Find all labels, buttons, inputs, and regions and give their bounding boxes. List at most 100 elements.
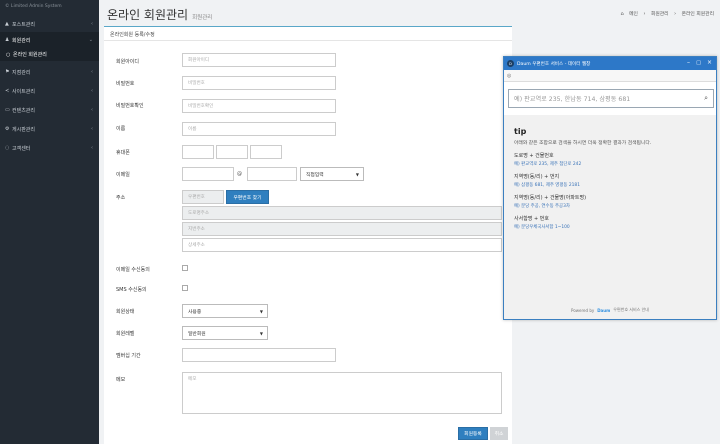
caret-down-icon: ▼ <box>355 171 359 177</box>
address-search-input[interactable]: 예) 판교역로 235, 한남동 714, 삼평동 681 ⌕ <box>508 89 714 108</box>
status-value: 사용중 <box>188 309 202 315</box>
phone-input-1[interactable] <box>182 145 214 159</box>
sidebar-item-posts[interactable]: ▲ 포스트관리 ‹ <box>0 16 99 32</box>
circle-icon: ○ <box>6 51 11 58</box>
caret-down-icon: ▼ <box>259 330 263 336</box>
zipcode-input[interactable]: 우편번호 <box>182 190 224 204</box>
level-label: 회원레벨 <box>116 331 135 337</box>
sidebar-item-label: 게시판관리 <box>12 126 36 133</box>
sidebar-item-support[interactable]: ◌ 고객센터 ‹ <box>0 140 99 156</box>
password-label: 비밀번호 <box>116 81 135 87</box>
search-tip-panel: tip 아래와 같은 조합으로 검색을 하시면 더욱 정확한 결과가 검색됩니다… <box>504 115 716 301</box>
sidebar-item-members[interactable]: ♟ 회원관리 ⌄ <box>0 32 99 48</box>
id-input[interactable]: 회원아이디 <box>182 53 336 67</box>
membership-period-input[interactable] <box>182 348 336 362</box>
user-icon: ♟ <box>5 37 10 43</box>
service-guide-link[interactable]: 우편번호 서비스 안내 <box>613 307 649 313</box>
tip-example: 예) 판교역로 235, 제주 첨단로 242 <box>514 162 582 167</box>
submit-button[interactable]: 회원등록 <box>458 427 488 440</box>
site-info-icon[interactable]: ◎ <box>507 73 511 79</box>
password-input[interactable]: 비밀번호 <box>182 76 336 90</box>
breadcrumb-item-main[interactable]: 메인 <box>629 12 638 17</box>
email-agree-checkbox[interactable] <box>182 265 188 271</box>
detail-address-input[interactable]: 상세주소 <box>182 238 502 252</box>
memo-textarea[interactable]: 메모 <box>182 372 502 414</box>
level-select[interactable]: 일반회원 ▼ <box>182 326 268 340</box>
member-form-card: 온라인회원 등록/수정 회원아이디 회원아이디 비밀번호 비밀번호 비밀번호확인… <box>104 26 512 444</box>
flag-icon: ⚑ <box>5 69 10 75</box>
level-value: 일반회원 <box>188 331 206 337</box>
maximize-icon[interactable]: □ <box>696 60 701 66</box>
breadcrumb: ⌂ 메인 › 회원관리 › 온라인 회원관리 <box>617 10 714 17</box>
page-title: 온라인 회원관리 회원관리 <box>107 6 212 23</box>
cancel-button[interactable]: 취소 <box>490 427 508 440</box>
sidebar-item-boards[interactable]: ⚙ 게시판관리 ‹ <box>0 121 99 137</box>
gear-icon: ⚙ <box>5 126 10 132</box>
tip-example: 예) 분당우체국사서함 1~100 <box>514 225 570 230</box>
email-domain-value: 직접입력 <box>306 172 324 178</box>
daum-brand-logo: Daum <box>597 307 611 313</box>
tip-title: 지역명(동/리) + 번지 <box>514 174 560 180</box>
share-icon: ≺ <box>5 88 10 94</box>
memo-label: 메모 <box>116 377 126 383</box>
sidebar-item-label: 사이트관리 <box>12 88 36 95</box>
sidebar-brand: © Limited Admin System <box>5 4 62 9</box>
email-at-sign: @ <box>237 171 242 177</box>
sidebar-item-branches[interactable]: ⚑ 지점관리 ‹ <box>0 64 99 80</box>
sidebar-item-contents[interactable]: ▭ 컨텐츠관리 ‹ <box>0 102 99 118</box>
chevron-left-icon: ‹ <box>91 21 93 27</box>
breadcrumb-item-members[interactable]: 회원관리 <box>651 12 669 17</box>
phone-input-2[interactable] <box>216 145 248 159</box>
sidebar-item-label: 지점관리 <box>12 69 31 76</box>
sidebar-subitem-label: 온라인 회원관리 <box>13 52 47 58</box>
chevron-left-icon: ‹ <box>91 88 93 94</box>
name-label: 이름 <box>116 126 126 132</box>
email-local-input[interactable] <box>182 167 234 181</box>
search-icon[interactable]: ⌕ <box>704 94 708 103</box>
chevron-down-icon: ⌄ <box>88 37 93 43</box>
tip-example: 예) 삼평동 681, 제주 영평동 2181 <box>514 183 580 188</box>
password-confirm-input[interactable]: 비밀번호확인 <box>182 99 336 113</box>
page-title-text: 온라인 회원관리 <box>107 8 189 22</box>
email-label: 이메일 <box>116 172 130 178</box>
popup-footer: Powered by Daum 우편번호 서비스 안내 <box>504 301 716 319</box>
popup-titlebar[interactable]: D Daum 우편번호 서비스 - 데이터 웹창 – □ × <box>504 57 716 70</box>
close-icon[interactable]: × <box>707 59 712 66</box>
form-heading: 온라인회원 등록/수정 <box>104 27 512 41</box>
chevron-left-icon: ‹ <box>91 69 93 75</box>
name-input[interactable]: 이름 <box>182 122 336 136</box>
jibun-address-input[interactable]: 지번주소 <box>182 222 502 236</box>
breadcrumb-item-current: 온라인 회원관리 <box>681 12 714 17</box>
email-agree-label: 이메일 수신동의 <box>116 267 150 273</box>
chat-icon: ◌ <box>5 145 10 151</box>
status-select[interactable]: 사용중 ▼ <box>182 304 268 318</box>
address-label: 주소 <box>116 195 126 201</box>
daum-logo-icon: D <box>507 60 514 67</box>
phone-input-3[interactable] <box>250 145 282 159</box>
sms-agree-checkbox[interactable] <box>182 285 188 291</box>
popup-title: Daum 우편번호 서비스 - 데이터 웹창 <box>517 61 591 67</box>
address-search-placeholder: 예) 판교역로 235, 한남동 714, 삼평동 681 <box>514 96 631 103</box>
sidebar-item-label: 회원관리 <box>12 37 31 44</box>
topbar: 온라인 회원관리 회원관리 ⌂ 메인 › 회원관리 › 온라인 회원관리 <box>99 0 720 26</box>
sidebar-item-label: 컨텐츠관리 <box>12 107 36 114</box>
email-domain-select[interactable]: 직접입력 ▼ <box>300 167 364 181</box>
tip-title: 지역명(동/리) + 건물명(아파트명) <box>514 195 587 201</box>
tip-description: 아래와 같은 조합으로 검색을 하시면 더욱 정확한 결과가 검색됩니다. <box>514 141 652 146</box>
minimize-icon[interactable]: – <box>687 59 690 66</box>
email-domain-input[interactable] <box>247 167 297 181</box>
home-icon[interactable]: ⌂ <box>621 12 624 17</box>
tip-example: 예) 분당 주공, 연수동 주공3차 <box>514 204 570 209</box>
chevron-left-icon: ‹ <box>91 126 93 132</box>
breadcrumb-sep: › <box>674 12 677 17</box>
sidebar-item-site[interactable]: ≺ 사이트관리 ‹ <box>0 83 99 99</box>
road-address-input[interactable]: 도로명주소 <box>182 206 502 220</box>
find-zipcode-button[interactable]: 우편번호 찾기 <box>226 190 269 204</box>
caret-down-icon: ▼ <box>259 308 263 314</box>
popup-toolbar: ◎ <box>504 70 716 82</box>
status-label: 회원상태 <box>116 309 135 315</box>
breadcrumb-sep: › <box>643 12 646 17</box>
sidebar-subitem-online-members[interactable]: ○ 온라인 회원관리 <box>0 48 99 61</box>
sidebar: © Limited Admin System ▲ 포스트관리 ‹ ♟ 회원관리 … <box>0 0 99 444</box>
phone-label: 휴대폰 <box>116 150 130 156</box>
